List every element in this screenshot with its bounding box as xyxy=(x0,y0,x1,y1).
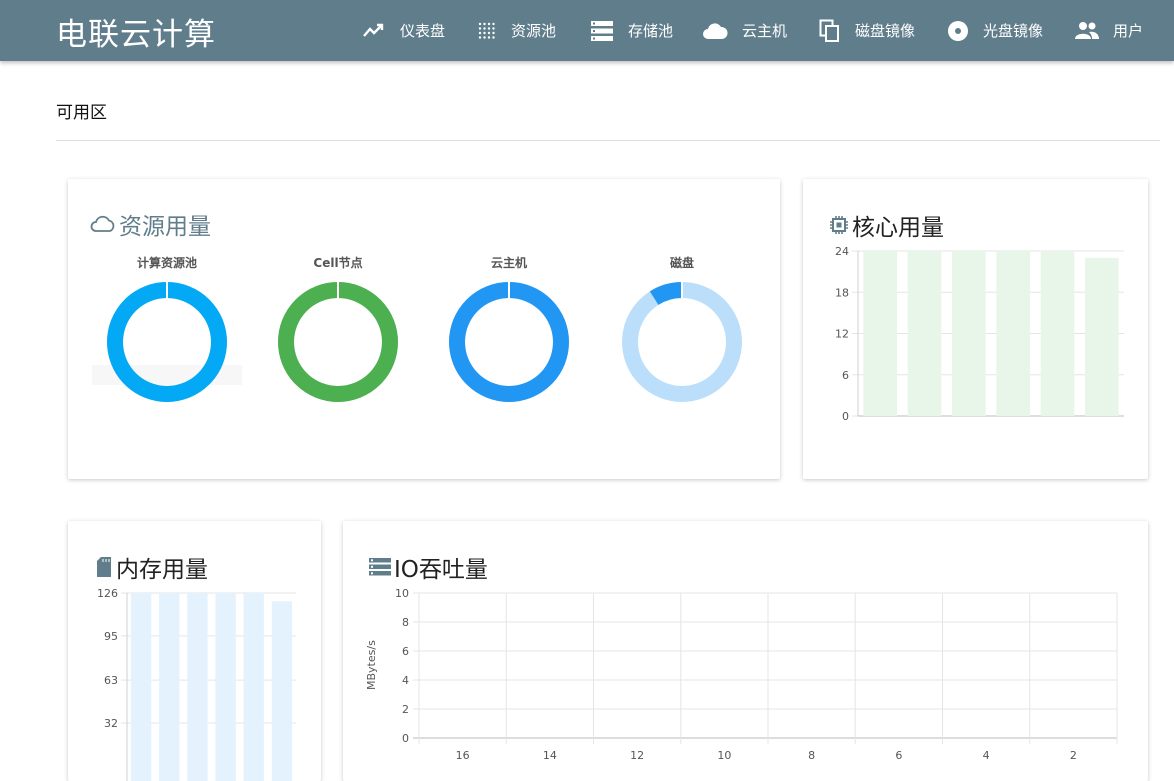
bar xyxy=(271,601,293,781)
io-throughput-card: IO吞吐量 MBytes/s 0 2 4 6 8 10 16 14 12 10 8 6 4 2 xyxy=(343,521,1148,781)
y-tick-label: 4 xyxy=(402,674,409,687)
donut-used-arc xyxy=(278,282,398,402)
storage-icon xyxy=(591,20,613,41)
bar xyxy=(215,593,236,781)
io-throughput-title-text: IO吞吐量 xyxy=(394,557,488,583)
memory-usage-card: 内存用量 32 63 95 126 xyxy=(68,521,321,781)
trending-icon xyxy=(363,23,384,37)
donut-chart-compute-pool[interactable] xyxy=(107,281,227,403)
nav-resource-pool[interactable]: 资源池 xyxy=(477,0,556,61)
nav-cd-image-label: 光盘镜像 xyxy=(983,22,1044,40)
y-tick-label: 6 xyxy=(402,645,409,658)
top-navbar: 电联云计算 仪表盘 资源池 存储池 云主机 磁盘镜像 光盘镜像 用户 xyxy=(0,0,1174,61)
bar xyxy=(130,593,152,781)
donut-track xyxy=(622,282,742,402)
donut-used-arc xyxy=(107,282,227,402)
x-tick-label: 12 xyxy=(630,749,644,762)
y-tick-label: 95 xyxy=(104,630,118,643)
y-tick-label: 2 xyxy=(402,703,409,716)
bar xyxy=(951,251,986,416)
donut-label-cloud-host: 云主机 xyxy=(490,256,527,270)
memory-usage-bar-chart: 32 63 95 126 xyxy=(97,587,296,781)
x-tick-label: 10 xyxy=(717,749,731,762)
y-tick-label: 10 xyxy=(395,587,409,600)
donut-label-compute-pool: 计算资源池 xyxy=(136,256,197,270)
y-tick-label: 126 xyxy=(97,587,118,600)
disc-icon xyxy=(948,20,968,41)
donut-label-disk: 磁盘 xyxy=(669,256,694,270)
x-tick-label: 8 xyxy=(808,749,815,762)
y-tick-label: 6 xyxy=(842,369,849,382)
y-tick-label: 24 xyxy=(835,245,849,258)
io-throughput-line-chart: 0 2 4 6 8 10 16 14 12 10 8 6 4 2 xyxy=(395,587,1118,762)
bar xyxy=(996,251,1031,416)
core-usage-bar-chart: 0 6 12 18 24 xyxy=(835,245,1124,423)
nav-dashboard-label: 仪表盘 xyxy=(400,22,446,40)
donut-used-arc xyxy=(449,282,569,402)
core-usage-title-text: 核心用量 xyxy=(852,215,944,241)
core-usage-title: 核心用量 xyxy=(829,208,944,242)
x-tick-label: 4 xyxy=(983,749,990,762)
nav-users[interactable]: 用户 xyxy=(1075,0,1143,61)
y-tick-label: 32 xyxy=(104,717,118,730)
cpu-chip-icon xyxy=(830,216,848,234)
donut-chart-cell-node[interactable] xyxy=(278,281,398,403)
server-list-icon xyxy=(369,558,391,576)
nav-storage-pool-label: 存储池 xyxy=(628,22,674,40)
nav-dashboard[interactable]: 仪表盘 xyxy=(362,0,445,61)
nav-disk-image[interactable]: 磁盘镜像 xyxy=(819,0,915,61)
cloud-icon xyxy=(703,22,728,39)
donut-label-cell-node: Cell节点 xyxy=(313,256,363,270)
nav-storage-pool[interactable]: 存储池 xyxy=(590,0,673,61)
x-tick-label: 2 xyxy=(1070,749,1077,762)
memory-usage-title-text: 内存用量 xyxy=(116,557,208,583)
y-tick-label: 8 xyxy=(402,616,409,629)
nav-users-label: 用户 xyxy=(1113,22,1144,40)
y-tick-label: 63 xyxy=(104,674,118,687)
divider xyxy=(56,140,1160,141)
nav-cloud-host[interactable]: 云主机 xyxy=(702,0,787,61)
bar xyxy=(907,251,942,416)
io-throughput-title: IO吞吐量 xyxy=(369,550,488,584)
users-icon xyxy=(1075,21,1099,39)
cloud-outline-icon xyxy=(90,215,115,232)
nav-cloud-host-label: 云主机 xyxy=(742,22,788,40)
donut-used-arc xyxy=(649,282,683,306)
bar xyxy=(863,251,898,416)
zone-label: 可用区 xyxy=(56,103,107,123)
bar xyxy=(243,593,264,781)
bar xyxy=(1040,251,1075,416)
copy-icon xyxy=(819,19,839,42)
bar xyxy=(1084,257,1119,416)
sd-card-icon xyxy=(97,557,111,577)
bar xyxy=(159,593,180,781)
donut-chart-cloud-host[interactable] xyxy=(449,281,569,403)
nav-resource-pool-label: 资源池 xyxy=(511,22,557,40)
nav-cd-image[interactable]: 光盘镜像 xyxy=(947,0,1043,61)
donut-chart-disk[interactable] xyxy=(622,281,742,403)
core-usage-card: 核心用量 0 6 12 18 24 xyxy=(803,179,1148,479)
x-tick-label: 6 xyxy=(895,749,902,762)
x-tick-label: 16 xyxy=(456,749,470,762)
resource-usage-title-text: 资源用量 xyxy=(119,214,211,240)
resource-usage-card: 资源用量 计算资源池 Cell节点 云主机 磁盘 xyxy=(68,179,780,479)
nav-disk-image-label: 磁盘镜像 xyxy=(855,22,916,40)
resource-usage-title: 资源用量 xyxy=(90,207,211,241)
bar xyxy=(187,593,208,781)
x-tick-label: 14 xyxy=(543,749,557,762)
memory-usage-title: 内存用量 xyxy=(95,550,208,584)
y-tick-label: 0 xyxy=(402,732,409,745)
y-tick-label: 0 xyxy=(842,410,849,423)
y-tick-label: 18 xyxy=(835,286,849,299)
y-tick-label: 12 xyxy=(835,328,849,341)
app-title[interactable]: 电联云计算 xyxy=(56,9,216,54)
grid-dots-icon xyxy=(478,22,495,39)
